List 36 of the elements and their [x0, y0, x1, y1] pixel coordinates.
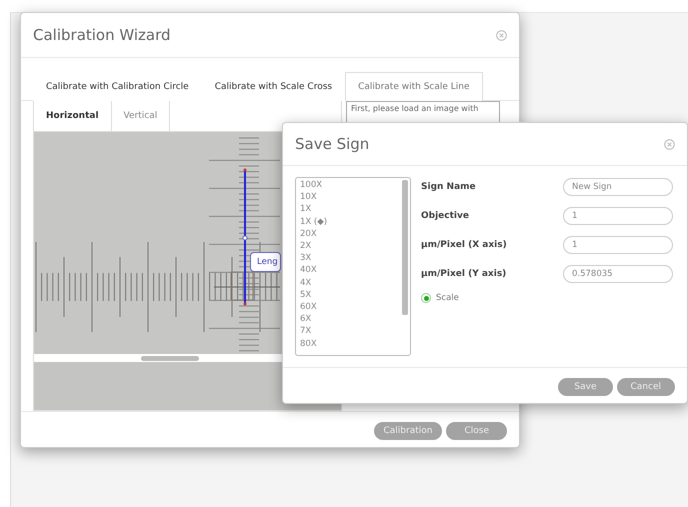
sign-list-item[interactable]: 10X: [300, 191, 396, 204]
radio-label: Scale: [436, 293, 459, 303]
calibration-button[interactable]: Calibration: [374, 422, 442, 440]
calibration-tab[interactable]: Calibrate with Scale Line: [345, 72, 483, 101]
sign-list-item[interactable]: 7X: [300, 325, 396, 338]
length-label: Leng: [250, 252, 281, 272]
input-field[interactable]: New Sign: [563, 178, 673, 196]
sign-list-item[interactable]: 2X: [300, 240, 396, 252]
sign-list-item[interactable]: 6X: [300, 313, 396, 326]
sign-list-item[interactable]: 4X: [300, 276, 396, 289]
input-field[interactable]: 1: [563, 236, 673, 254]
sign-list-item[interactable]: 1X: [300, 203, 396, 216]
sign-list-item[interactable]: 100X: [300, 179, 396, 192]
cancel-button[interactable]: Cancel: [616, 378, 675, 396]
field-label: µm/Pixel (X axis): [421, 240, 508, 250]
field-label: µm/Pixel (Y axis): [421, 269, 508, 279]
field-label: Objective: [421, 211, 470, 221]
close-icon[interactable]: [664, 138, 675, 150]
field-label: Sign Name: [421, 182, 477, 192]
save-button[interactable]: Save: [558, 378, 612, 396]
input-field[interactable]: 0.578035: [563, 265, 673, 283]
radio-button[interactable]: [421, 293, 431, 303]
sign-list-item[interactable]: 5X: [300, 288, 396, 302]
sign-list-item[interactable]: 3X: [300, 252, 396, 264]
sign-list-item[interactable]: 60X: [300, 301, 396, 314]
scrollbar-thumb[interactable]: [141, 356, 199, 360]
sign-list[interactable]: 100X 10X 1X 1X (◆) 20X 2X 3X 40X 4X 5X 60X 6X 7X 80X: [295, 177, 411, 356]
close-button[interactable]: Close: [446, 422, 507, 440]
close-icon[interactable]: [496, 30, 507, 40]
dialog-title: Calibration Wizard: [33, 26, 171, 44]
sign-list-item[interactable]: 20X: [300, 228, 396, 240]
sign-list-item[interactable]: 80X: [300, 338, 396, 350]
input-field[interactable]: 1: [563, 207, 673, 225]
sign-list-item[interactable]: 1X (◆): [300, 216, 396, 228]
sign-list-item[interactable]: 40X: [300, 264, 396, 277]
scrollbar-thumb[interactable]: [402, 180, 408, 315]
